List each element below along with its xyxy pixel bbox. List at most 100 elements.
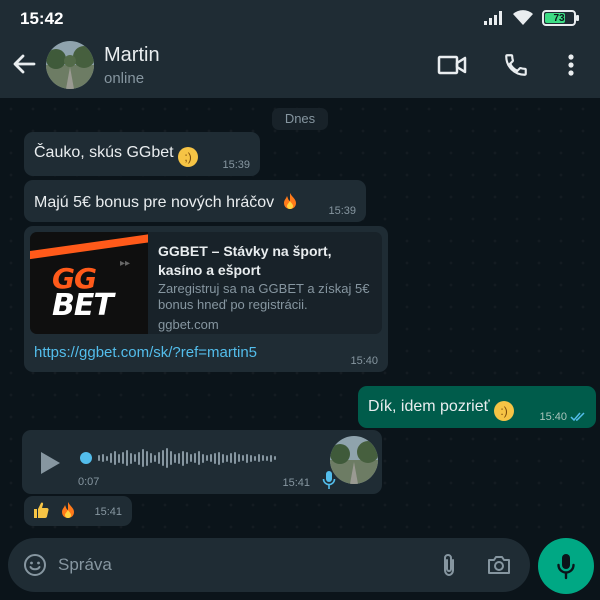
contact-status: online: [104, 70, 145, 87]
waveform-bar: [170, 451, 172, 465]
waveform-bar: [162, 450, 164, 466]
contact-name[interactable]: Martin: [104, 44, 160, 67]
mic-icon: [322, 471, 336, 489]
message-incoming-link[interactable]: GG BET ▸▸ GGBET – Stávky na šport, kasín…: [24, 226, 388, 372]
preview-description: Zaregistruj sa na GGBET a získaj 5€ bonu…: [158, 281, 370, 312]
logo-text: BET: [52, 288, 114, 323]
waveform-bar: [106, 455, 108, 461]
message-text: Majú 5€ bonus pre nových hráčov: [34, 194, 275, 211]
message-content: Dík, idem pozrieť :): [368, 398, 515, 421]
waveform-bar: [190, 454, 192, 462]
back-arrow-icon: [13, 54, 36, 74]
voice-waveform[interactable]: [80, 446, 322, 470]
preview-domain: ggbet.com: [158, 317, 219, 332]
waveform-bar: [258, 454, 260, 462]
camera-icon: [488, 556, 510, 574]
reaction-emojis: [32, 501, 76, 521]
chat-area[interactable]: Dnes Čauko, skús GGbet ;) 15:39 Majú 5€ …: [0, 98, 600, 530]
wink-emoji-icon: ;): [178, 147, 199, 167]
chat-header: Martin online: [0, 36, 600, 98]
message-outgoing[interactable]: Dík, idem pozrieť :) 15:40: [358, 386, 596, 428]
waveform-bar: [174, 453, 176, 463]
more-options-button[interactable]: [556, 50, 586, 80]
smile-emoji-icon: :): [494, 401, 515, 421]
voice-sender-avatar: [330, 436, 378, 484]
message-time: 15:41: [282, 477, 310, 489]
waveform-bar: [262, 455, 264, 461]
camera-button[interactable]: [486, 552, 512, 578]
date-chip: Dnes: [272, 108, 328, 130]
message-meta: 15:40: [539, 411, 586, 423]
waveform-bar: [202, 453, 204, 463]
message-time: 15:40: [350, 355, 378, 367]
play-icon[interactable]: [38, 450, 62, 476]
waveform-bar: [158, 452, 160, 464]
double-check-icon: [570, 412, 585, 422]
waveform-bar: [198, 451, 200, 465]
waveform-bar: [214, 452, 216, 464]
waveform-bar: [130, 452, 132, 464]
waveform-bar: [246, 453, 248, 463]
link-preview-card[interactable]: GG BET ▸▸ GGBET – Stávky na šport, kasín…: [30, 232, 382, 334]
attach-icon: [444, 553, 454, 577]
waveform-bar: [186, 452, 188, 464]
waveform-bar: [150, 453, 152, 463]
waveform-bar: [178, 452, 180, 464]
waveform-bar: [146, 450, 148, 466]
waveform-bar: [154, 454, 156, 462]
waveform-bar: [230, 453, 232, 463]
thumbs-up-emoji-icon: [34, 502, 49, 518]
back-button[interactable]: [10, 50, 38, 78]
mic-icon: [557, 554, 575, 580]
waveform-bar: [206, 455, 208, 461]
message-composer: [8, 538, 530, 592]
voice-record-button[interactable]: [538, 538, 594, 594]
avatar[interactable]: [46, 41, 94, 89]
emoji-icon: [24, 554, 46, 576]
emoji-button[interactable]: [22, 552, 48, 578]
message-text: Dík, idem pozrieť: [368, 398, 490, 415]
waveform-bar: [222, 453, 224, 463]
message-content: Majú 5€ bonus pre nových hráčov: [34, 192, 298, 212]
voice-call-button[interactable]: [501, 50, 531, 80]
message-input[interactable]: [58, 546, 418, 584]
message-incoming[interactable]: 15:41: [24, 496, 132, 526]
message-text: Čauko, skús GGbet: [34, 144, 174, 161]
waveform-bar: [238, 454, 240, 462]
waveform-bar: [274, 456, 276, 460]
message-incoming[interactable]: Majú 5€ bonus pre nových hráčov 15:39: [24, 180, 366, 222]
waveform-bar: [250, 454, 252, 462]
video-call-button[interactable]: [437, 50, 467, 80]
waveform-bar: [270, 454, 272, 462]
wifi-icon: [513, 10, 533, 25]
preview-title: GGBET – Stávky na šport, kasíno a ešport: [158, 243, 332, 278]
playback-position[interactable]: [80, 452, 92, 464]
voice-message[interactable]: 0:07 15:41: [22, 430, 382, 494]
waveform-bar: [126, 450, 128, 466]
waveform-bar: [102, 454, 104, 462]
message-time: 15:39: [222, 159, 250, 171]
waveform-bar: [166, 448, 168, 468]
waveform-bar: [266, 455, 268, 461]
message-time: 15:39: [328, 205, 356, 217]
battery-level: 73: [553, 12, 565, 24]
waveform-bar: [138, 451, 140, 465]
waveform-bar: [114, 451, 116, 465]
avatar-photo: [330, 436, 378, 484]
waveform-bar: [194, 453, 196, 463]
phone-icon: [505, 54, 527, 76]
waveform-bar: [242, 455, 244, 461]
message-link[interactable]: https://ggbet.com/sk/?ref=martin5: [34, 344, 257, 361]
waveform-bar: [226, 454, 228, 462]
fire-emoji-icon: [283, 193, 296, 209]
waveform-bar: [218, 451, 220, 465]
message-content: Čauko, skús GGbet ;): [34, 144, 199, 167]
attach-button[interactable]: [436, 552, 462, 578]
waveform-bar: [142, 449, 144, 467]
voice-duration: 0:07: [78, 476, 100, 488]
clock: 15:42: [20, 9, 64, 28]
waveform-bar: [98, 455, 100, 461]
message-incoming[interactable]: Čauko, skús GGbet ;) 15:39: [24, 132, 260, 176]
waveform-bar: [110, 453, 112, 463]
waveform-bar: [210, 454, 212, 462]
